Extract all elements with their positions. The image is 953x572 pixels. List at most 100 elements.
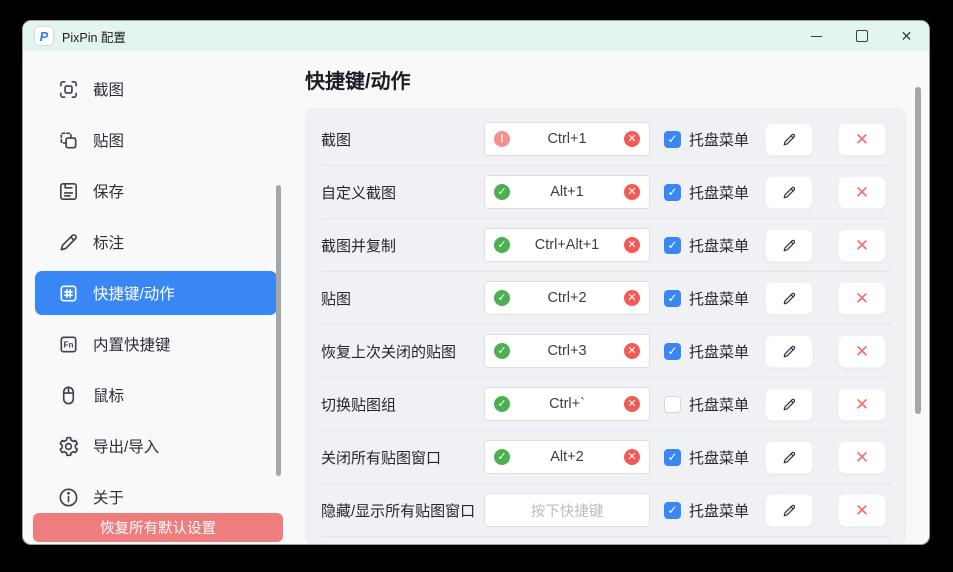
sidebar-item-fn-key[interactable]: Fn 内置快捷键: [35, 322, 277, 366]
sidebar-item-mouse[interactable]: 鼠标: [35, 373, 277, 417]
delete-x-icon: ✕: [855, 449, 869, 466]
sidebar-item-export-import[interactable]: 导出/导入: [35, 424, 277, 468]
shortcut-input[interactable]: Ctrl+` ✓✕: [484, 387, 650, 421]
tray-menu-checkbox[interactable]: ✓: [664, 184, 681, 201]
hotkey-row: 隐藏/显示所有贴图窗口 按下快捷键 ✓ 托盘菜单 ✕: [321, 484, 890, 537]
delete-shortcut-button[interactable]: ✕: [838, 388, 886, 421]
shortcut-input[interactable]: Alt+2 ✓ ✕: [484, 440, 650, 474]
main-content: 快捷键/动作 截图 Ctrl+1 !✕ ✓ 托盘菜单 ✕ 自定义截图 Alt+1…: [291, 51, 929, 545]
sidebar-item-annotate[interactable]: 标注: [35, 220, 277, 264]
tray-menu-label: 托盘菜单: [689, 394, 749, 415]
shortcut-input[interactable]: 按下快捷键: [484, 493, 650, 527]
content-scrollbar[interactable]: [915, 87, 921, 414]
shortcut-input[interactable]: Alt+1 ✓ ✕: [484, 175, 650, 209]
shortcut-value: Ctrl+Alt+1: [535, 237, 599, 253]
delete-x-icon: ✕: [855, 184, 869, 201]
client-area: 截图 贴图 保存 标注 快捷键/动作 Fn 内置快捷键 鼠标 导出/导入 关于 …: [23, 51, 929, 545]
shortcut-ok-icon: ✓: [494, 396, 510, 412]
shortcut-value: Alt+2: [550, 449, 583, 465]
app-window: P PixPin 配置 ✕ 截图 贴图 保存 标注 快捷键/动作 Fn 内置快捷…: [22, 20, 930, 545]
maximize-button[interactable]: [839, 21, 884, 51]
hotkey-action-label: 贴图: [321, 288, 484, 309]
tray-menu-checkbox[interactable]: ✓: [664, 131, 681, 148]
sidebar-item-label: 贴图: [93, 129, 124, 151]
clear-shortcut-icon[interactable]: ✕: [624, 396, 640, 412]
tray-menu-checkbox[interactable]: ✓: [664, 343, 681, 360]
delete-shortcut-button[interactable]: ✕: [838, 229, 886, 262]
shortcut-warning-icon: !: [494, 131, 510, 147]
clear-shortcut-icon[interactable]: ✕: [624, 237, 640, 253]
sidebar-item-pin-image[interactable]: 贴图: [35, 118, 277, 162]
minimize-button[interactable]: [794, 21, 839, 51]
sidebar-item-hotkey[interactable]: 快捷键/动作: [35, 271, 277, 315]
sidebar-item-save[interactable]: 保存: [35, 169, 277, 213]
sidebar-scrollbar[interactable]: [276, 185, 281, 476]
shortcut-ok-icon: ✓: [494, 449, 510, 465]
tray-menu-checkbox[interactable]: ✓: [664, 449, 681, 466]
hotkey-row: 关闭所有贴图窗口 Alt+2 ✓✕ ✓ 托盘菜单 ✕: [321, 431, 890, 484]
edit-shortcut-button[interactable]: [765, 176, 813, 209]
shortcut-input[interactable]: Ctrl+3 ✓✕: [484, 334, 650, 368]
shortcut-input[interactable]: Ctrl+1 !✕: [484, 122, 650, 156]
sidebar-item-label: 内置快捷键: [93, 333, 171, 355]
shortcut-value: Alt+1: [550, 184, 583, 200]
edit-shortcut-button[interactable]: [765, 388, 813, 421]
export-import-icon: [57, 435, 80, 458]
restore-defaults-button[interactable]: 恢复所有默认设置: [33, 513, 283, 542]
close-button[interactable]: ✕: [884, 21, 929, 51]
shortcut-input[interactable]: Ctrl+2 ✓✕: [484, 281, 650, 315]
pin-image-icon: [57, 129, 80, 152]
hotkey-action-label: 自定义截图: [321, 182, 484, 203]
tray-menu-label: 托盘菜单: [689, 288, 749, 309]
pencil-icon: [781, 237, 798, 254]
delete-shortcut-button[interactable]: ✕: [838, 441, 886, 474]
edit-shortcut-button[interactable]: [765, 282, 813, 315]
tray-menu-label: 托盘菜单: [689, 500, 749, 521]
edit-shortcut-button[interactable]: [765, 441, 813, 474]
delete-shortcut-button[interactable]: ✕: [838, 123, 886, 156]
hotkey-row: 切换贴图组 Ctrl+` ✓✕ 托盘菜单 ✕: [321, 378, 890, 431]
hotkey-panel: 截图 Ctrl+1 !✕ ✓ 托盘菜单 ✕ 自定义截图 Alt+1 ✓✕ ✓ 托…: [305, 108, 906, 545]
clear-shortcut-icon[interactable]: ✕: [624, 449, 640, 465]
sidebar-item-label: 关于: [93, 486, 124, 508]
tray-menu-checkbox[interactable]: ✓: [664, 502, 681, 519]
hotkey-row: 恢复上次关闭的贴图 Ctrl+3 ✓✕ ✓ 托盘菜单 ✕: [321, 325, 890, 378]
tray-menu-label: 托盘菜单: [689, 447, 749, 468]
annotate-icon: [57, 231, 80, 254]
sidebar-item-label: 保存: [93, 180, 124, 202]
sidebar-item-label: 截图: [93, 78, 124, 100]
clear-shortcut-icon[interactable]: ✕: [624, 343, 640, 359]
clear-shortcut-icon[interactable]: ✕: [624, 184, 640, 200]
app-icon-letter: P: [40, 30, 49, 43]
clear-shortcut-icon[interactable]: ✕: [624, 290, 640, 306]
close-icon: ✕: [901, 29, 913, 43]
delete-shortcut-button[interactable]: ✕: [838, 176, 886, 209]
tray-menu-checkbox[interactable]: ✓: [664, 237, 681, 254]
edit-shortcut-button[interactable]: [765, 229, 813, 262]
shortcut-ok-icon: ✓: [494, 343, 510, 359]
tray-menu-checkbox[interactable]: [664, 396, 681, 413]
svg-text:Fn: Fn: [64, 340, 74, 349]
delete-shortcut-button[interactable]: ✕: [838, 282, 886, 315]
edit-shortcut-button[interactable]: [765, 335, 813, 368]
pencil-icon: [781, 131, 798, 148]
delete-shortcut-button[interactable]: ✕: [838, 335, 886, 368]
pencil-icon: [781, 290, 798, 307]
delete-shortcut-button[interactable]: ✕: [838, 494, 886, 527]
app-icon: P: [35, 27, 53, 45]
shortcut-input[interactable]: Ctrl+Alt+1 ✓✕: [484, 228, 650, 262]
clear-shortcut-icon[interactable]: ✕: [624, 131, 640, 147]
hotkey-action-label: 截图: [321, 129, 484, 150]
sidebar-item-screenshot[interactable]: 截图: [35, 67, 277, 111]
edit-shortcut-button[interactable]: [765, 494, 813, 527]
window-controls: ✕: [794, 21, 929, 51]
hotkey-action-label: 切换贴图组: [321, 394, 484, 415]
titlebar: P PixPin 配置 ✕: [23, 21, 929, 51]
delete-x-icon: ✕: [855, 396, 869, 413]
shortcut-ok-icon: ✓: [494, 184, 510, 200]
edit-shortcut-button[interactable]: [765, 123, 813, 156]
minimize-icon: [811, 36, 822, 37]
tray-menu-checkbox[interactable]: ✓: [664, 290, 681, 307]
tray-menu-label: 托盘菜单: [689, 129, 749, 150]
about-icon: [57, 486, 80, 509]
